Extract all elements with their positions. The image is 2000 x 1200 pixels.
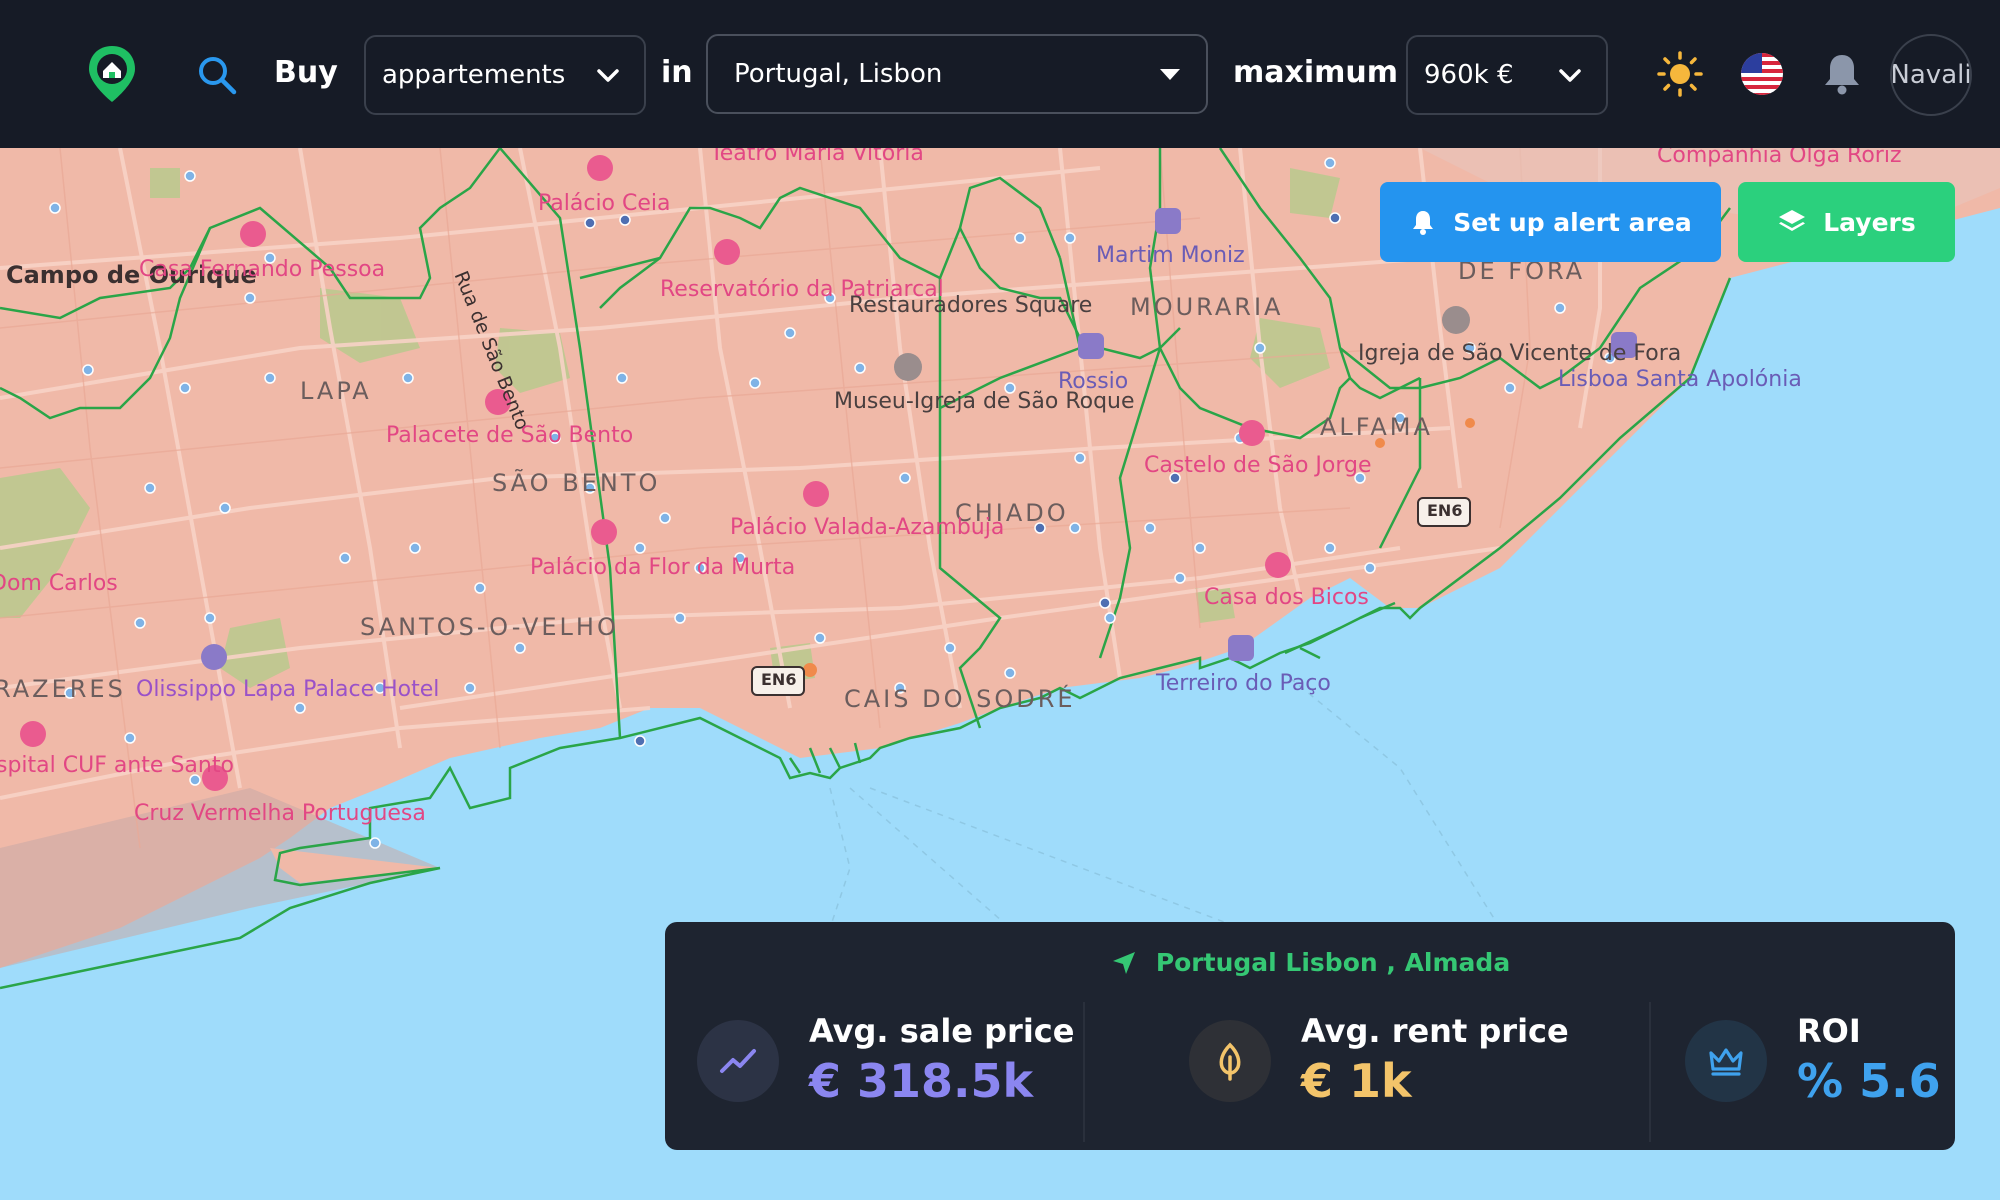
area-location: Portugal Lisbon , Almada <box>665 948 1955 977</box>
divider <box>1083 1002 1085 1142</box>
roi-label: ROI <box>1797 1012 1861 1050</box>
roi-stat: ROI % 5.6 <box>1685 1000 1945 1130</box>
us-flag-language-icon[interactable] <box>1738 50 1786 98</box>
map-label-reservatorio: Reservatório da Patriarcal <box>660 277 944 302</box>
search-icon[interactable] <box>196 54 238 96</box>
map-label-restauradores: Restauradores Square <box>849 293 1093 318</box>
map-label-rossio: Rossio <box>1058 369 1129 394</box>
layers-button[interactable]: Layers <box>1738 182 1955 262</box>
navigation-arrow-icon <box>1112 951 1135 974</box>
home-location-logo-icon[interactable] <box>86 44 138 104</box>
layers-label: Layers <box>1823 207 1916 237</box>
avg-sale-price-value: € 318.5k <box>809 1054 1034 1108</box>
map-label-companhia: Companhia Olga Roriz <box>1657 148 1902 168</box>
map-label-martim-moniz: Martim Moniz <box>1096 243 1245 268</box>
road-shield-en6: EN6 <box>761 670 797 689</box>
buy-mode-label[interactable]: Buy <box>274 55 338 90</box>
map-label-palacete-sao-bento: Palacete de São Bento <box>386 423 634 448</box>
map-label-palacio-flor-da-murta: Palácio da Flor da Murta <box>530 555 796 580</box>
sun-theme-icon[interactable] <box>1656 50 1704 98</box>
caret-down-icon <box>1160 69 1180 80</box>
property-type-value: appartements <box>382 60 566 90</box>
map-label-dom-carlos: Dom Carlos <box>0 571 118 596</box>
map-label-igreja-sao-vicente: Igreja de São Vicente de Fora <box>1358 341 1682 366</box>
area-summary-panel: Portugal Lisbon , Almada Avg. sale price… <box>665 922 1955 1150</box>
max-price-value: 960k € <box>1424 60 1514 90</box>
set-up-alert-area-label: Set up alert area <box>1453 207 1692 237</box>
map-label-terreiro-do-paco: Terreiro do Paço <box>1156 671 1331 696</box>
avg-rent-price-value: € 1k <box>1301 1054 1412 1108</box>
user-avatar[interactable]: Navali <box>1890 34 1972 116</box>
avg-rent-price-stat: Avg. rent price € 1k <box>1189 1000 1569 1130</box>
location-value: Portugal, Lisbon <box>734 59 943 89</box>
map-label-mouraria: MOURARIA <box>1130 293 1284 321</box>
avg-sale-price-label: Avg. sale price <box>809 1012 1075 1050</box>
map-label-palacio-ceia: Palácio Ceia <box>538 191 671 216</box>
chevron-down-icon <box>597 69 619 82</box>
map-label-museu-igreja: Museu-Igreja de São Roque <box>834 388 1135 416</box>
map-label-cais-do-sodre: CAIS DO SODRÉ <box>844 685 1076 713</box>
avg-sale-price-stat: Avg. sale price € 318.5k <box>697 1000 1077 1130</box>
layers-icon <box>1779 210 1806 231</box>
map-label-lapa: LAPA <box>300 377 372 405</box>
map-label-hospital-cuf: spital CUF ante Santo <box>0 752 234 780</box>
map-label-casa-dos-bicos: Casa dos Bicos <box>1204 585 1369 610</box>
map-label-castelo: Castelo de São Jorge <box>1144 453 1372 478</box>
in-label: in <box>661 55 693 90</box>
max-price-select[interactable]: 960k € <box>1406 35 1608 115</box>
road-shield-en6: EN6 <box>1427 501 1463 520</box>
map-label-casa-fernando-pessoa: Casa Fernando Pessoa <box>139 257 386 282</box>
bell-notifications-icon[interactable] <box>1818 50 1866 98</box>
map-label-campo-de-ourique: Campo de Ourique <box>6 261 257 289</box>
map-label-santos-o-velho: SANTOS-O-VELHO <box>360 613 619 641</box>
map-label-alfama: ALFAMA <box>1320 413 1433 441</box>
avg-rent-price-label: Avg. rent price <box>1301 1012 1569 1050</box>
trend-up-icon <box>697 1020 779 1102</box>
top-bar: Buy appartements in Portugal, Lisbon max… <box>0 0 2000 148</box>
map-label-palacio-valada: Palácio Valada-Azambuja <box>730 515 1005 540</box>
map-label-prazeres: RAZERES <box>0 675 126 703</box>
map-label-olissippo: Olissippo Lapa Palace Hotel <box>136 677 440 702</box>
map-label-lisboa-santa-apolonia: Lisboa Santa Apolónia <box>1558 367 1802 392</box>
leaf-icon <box>1189 1020 1271 1102</box>
chevron-down-icon <box>1559 69 1581 82</box>
map-label-sao-bento: SÃO BENTO <box>492 469 661 497</box>
property-type-select[interactable]: appartements <box>364 35 646 115</box>
location-select[interactable]: Portugal, Lisbon <box>706 34 1208 114</box>
maximum-label: maximum <box>1233 55 1399 90</box>
bell-icon <box>1413 211 1434 235</box>
map-label-cruz-vermelha: Cruz Vermelha Portuguesa <box>134 801 426 826</box>
roi-value: % 5.6 <box>1797 1054 1941 1108</box>
divider <box>1649 1002 1651 1142</box>
crown-icon <box>1685 1020 1767 1102</box>
map-label-teatro: Teatro Maria Vitória <box>710 148 924 166</box>
set-up-alert-area-button[interactable]: Set up alert area <box>1380 182 1721 262</box>
area-location-text: Portugal Lisbon , Almada <box>1155 948 1511 977</box>
